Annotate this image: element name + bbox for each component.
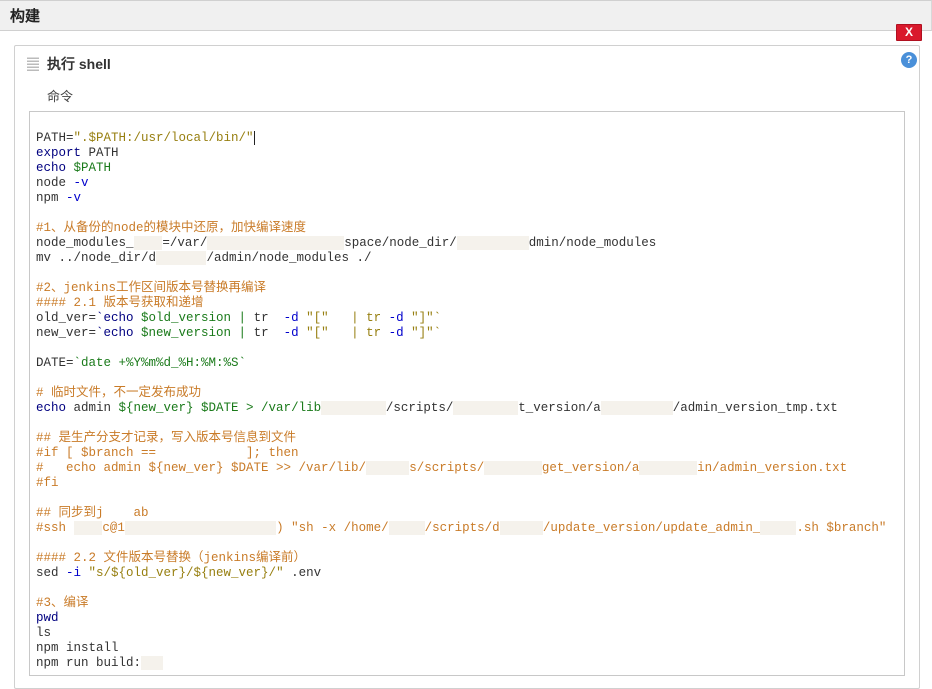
drag-handle-icon[interactable] [27,57,39,71]
shell-command-textarea[interactable]: PATH=".$PATH:/usr/local/bin/" export PAT… [29,111,905,676]
step-title: 执行 shell [47,54,111,74]
delete-step-button[interactable]: X [896,24,922,41]
command-label: 命令 [47,86,907,105]
build-step-shell: X ? 执行 shell 命令 PATH=".$PATH:/usr/local/… [14,45,920,689]
section-header: 构建 [0,0,932,31]
